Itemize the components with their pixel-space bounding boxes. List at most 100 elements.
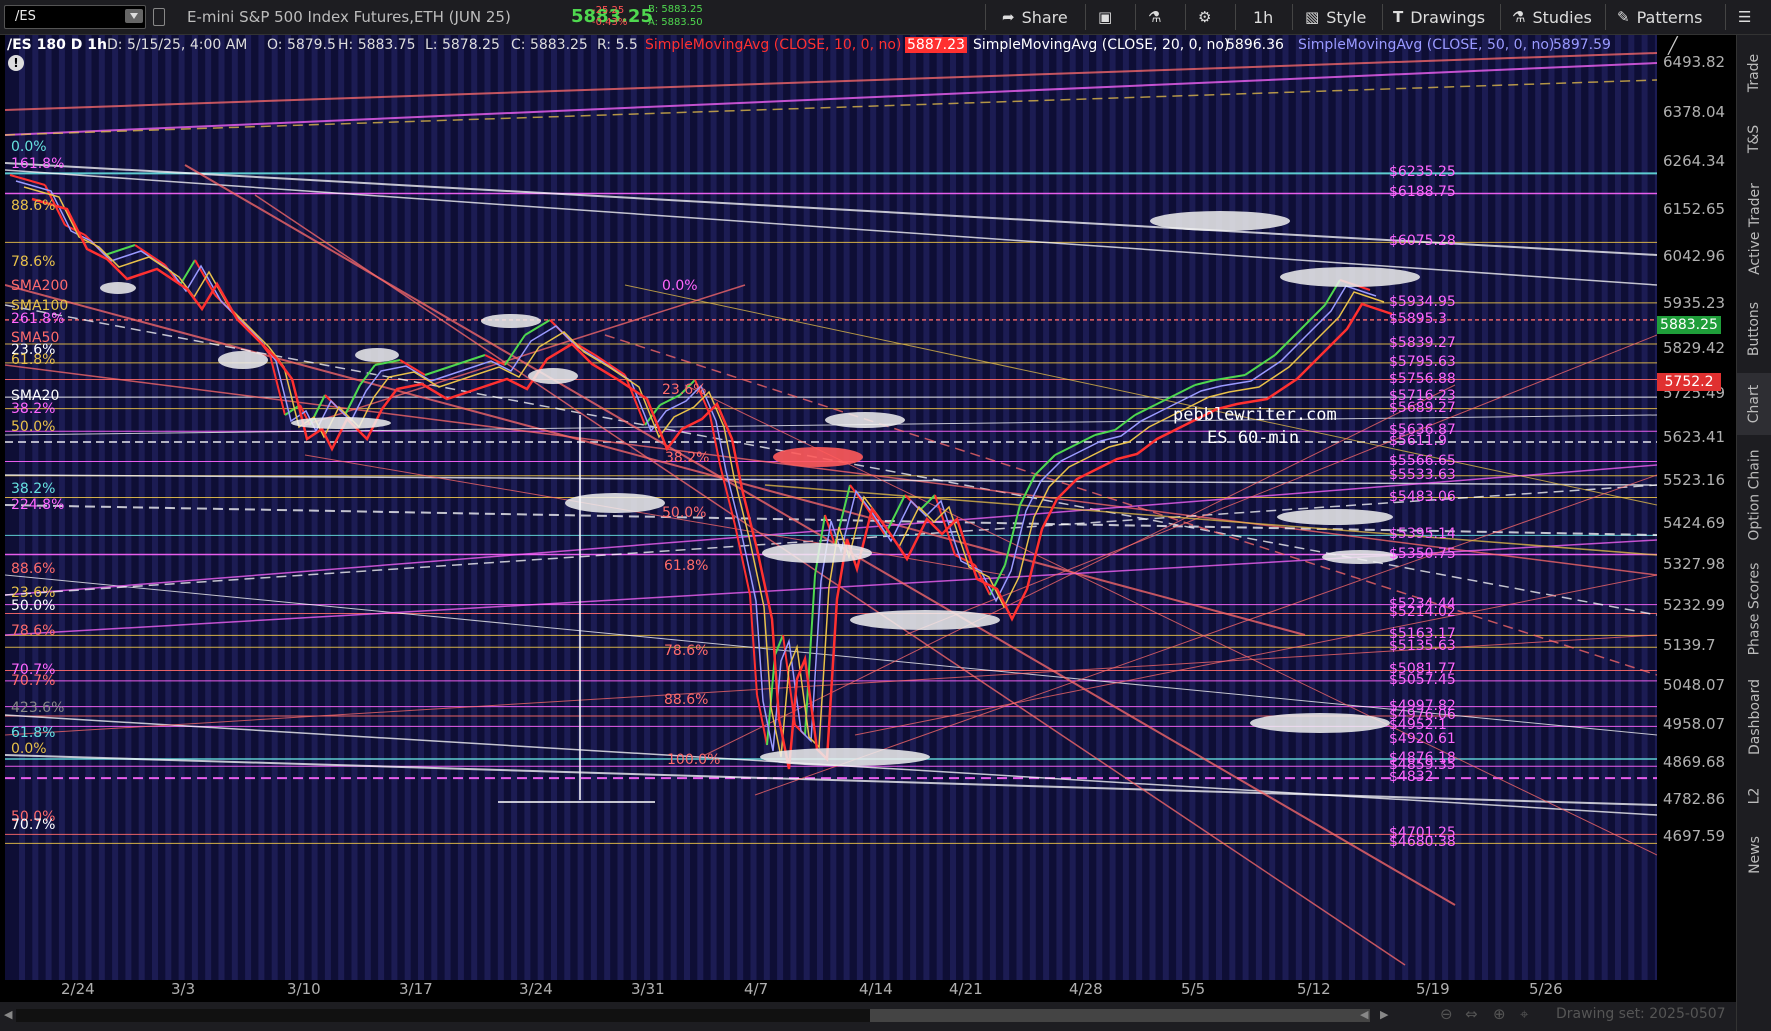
symbol-text: /ES	[15, 9, 36, 24]
session-stripe	[364, 35, 371, 980]
side-tab-label: Dashboard	[1746, 679, 1763, 755]
price-axis-tick: 4869.68	[1663, 752, 1726, 771]
side-tab-chart[interactable]: Chart	[1737, 373, 1771, 435]
studies-button[interactable]: ⚗ Studies	[1512, 0, 1592, 34]
side-tab-label: Chart	[1746, 384, 1763, 424]
alert-icon[interactable]: !	[8, 55, 24, 71]
price-axis[interactable]: 6493.82 6378.04 6264.34 6152.65 6042.96 5935.…	[1657, 35, 1736, 980]
price-chart[interactable]: 0.0% 161.8% 88.6% 78.6% SMA200 SMA100 261.8% SM…	[5, 35, 1657, 980]
scroll-left-icon[interactable]: ◀	[4, 1008, 12, 1021]
price-level-label: $5135.63	[1389, 638, 1456, 655]
side-tab-label: T&S	[1746, 124, 1763, 154]
side-tab-active-trader[interactable]: Active Trader	[1737, 173, 1771, 285]
chart-id: /ES 180 D 1h	[7, 37, 107, 53]
side-tab-buttons[interactable]: Buttons	[1737, 289, 1771, 369]
side-tab-option-chain[interactable]: Option Chain	[1737, 439, 1771, 551]
session-stripe	[457, 35, 464, 980]
time-axis-tick: 4/21	[949, 980, 983, 998]
chevron-down-icon[interactable]	[125, 9, 143, 23]
toolbar-divider	[1292, 4, 1293, 30]
timeframe-label: 1h	[1253, 7, 1274, 27]
bar-range: R: 5.5	[597, 37, 638, 53]
share-icon: ➦	[1002, 8, 1015, 26]
price-level-label: $5756.88	[1389, 370, 1456, 387]
price-candle-segment	[9, 174, 46, 186]
session-stripe	[1295, 35, 1302, 980]
toolbar-divider	[1185, 4, 1186, 30]
session-stripe	[1069, 35, 1076, 980]
session-stripe	[1482, 35, 1488, 980]
price-axis-tick: 5048.07	[1663, 675, 1726, 694]
level-label: 78.6%	[11, 623, 56, 639]
scrollbar-thumb[interactable]	[870, 1009, 1370, 1022]
level-label: 423.6%	[11, 700, 65, 716]
time-axis[interactable]: 2/24 3/3 3/10 3/17 3/24 3/31 4/7 4/14 4/21 4/28 5/…	[5, 980, 1657, 1002]
level-label: 224.8%	[11, 497, 65, 513]
sma10-study[interactable]: SimpleMovingAvg (CLOSE, 10, 0, no)	[645, 37, 901, 53]
patterns-button[interactable]: ✎ Patterns	[1617, 0, 1702, 34]
session-stripe	[338, 35, 345, 980]
session-stripe	[763, 35, 770, 980]
session-stripe	[484, 35, 491, 980]
side-tab-t-s[interactable]: T&S	[1737, 109, 1771, 169]
session-stripe	[750, 35, 757, 980]
side-tab-dashboard[interactable]: Dashboard	[1737, 667, 1771, 767]
camera-button[interactable]: ▣	[1098, 0, 1119, 34]
price-level-label: $5795.63	[1389, 353, 1456, 370]
top-toolbar: /ES E-mini S&P 500 Index Futures,ETH (JU…	[0, 0, 1771, 35]
marker-ellipse	[1250, 713, 1390, 733]
link-icon[interactable]	[153, 8, 165, 26]
session-stripe	[324, 35, 331, 980]
flask-button[interactable]: ⚗	[1148, 0, 1168, 34]
price-level-label: $5395.14	[1389, 526, 1456, 543]
sma50-study[interactable]: SimpleMovingAvg (CLOSE, 50, 0, no)	[1298, 37, 1554, 53]
price-level-label: $4920.61	[1389, 730, 1456, 747]
scroll-left-icon[interactable]: ◀	[1360, 1008, 1368, 1021]
percent-change: -0.43%	[592, 17, 628, 28]
session-stripe	[1548, 35, 1555, 980]
level-label: 70.7%	[11, 673, 56, 689]
marker-ellipse	[1322, 550, 1398, 564]
settings-button[interactable]: ⚙	[1198, 0, 1218, 34]
scroll-right-icon[interactable]: ▶	[1380, 1008, 1388, 1021]
drawings-button[interactable]: T Drawings	[1393, 0, 1485, 34]
menu-button[interactable]: ☰	[1738, 0, 1758, 34]
share-button[interactable]: ➦ Share	[1002, 0, 1068, 34]
side-tab-phase-scores[interactable]: Phase Scores	[1737, 555, 1771, 663]
time-axis-tick: 3/17	[399, 980, 433, 998]
level-label: 0.0%	[11, 139, 47, 155]
price-axis-tick: 5327.98	[1663, 555, 1726, 574]
session-stripe	[710, 35, 717, 980]
watermark-caption: ES 60-min	[1207, 428, 1300, 448]
level-label: 88.6%	[11, 561, 56, 577]
price-level-label: $4680.38	[1389, 834, 1456, 851]
session-stripe	[378, 35, 385, 980]
session-stripe	[404, 35, 411, 980]
session-stripe	[537, 35, 544, 980]
side-tab-l2[interactable]: L2	[1737, 771, 1771, 821]
side-tab-news[interactable]: News	[1737, 825, 1771, 885]
sma20-study[interactable]: SimpleMovingAvg (CLOSE, 20, 0, no)	[973, 37, 1229, 53]
price-level-label: $5214.02	[1389, 604, 1456, 621]
price-axis-tick: 6264.34	[1663, 151, 1726, 170]
symbol-selector[interactable]: /ES	[4, 5, 146, 29]
session-stripe	[1096, 35, 1103, 980]
pan-icon[interactable]: ⇔	[1465, 1005, 1478, 1023]
time-axis-tick: 3/10	[287, 980, 321, 998]
marker-ellipse	[825, 412, 905, 428]
bid-price: B: 5883.25	[648, 4, 703, 15]
side-tab-trade[interactable]: Trade	[1737, 41, 1771, 105]
session-stripe	[1029, 35, 1036, 980]
session-stripe	[1628, 35, 1635, 980]
zoom-in-icon[interactable]: ⊕	[1493, 1005, 1506, 1023]
toolbar-divider	[985, 4, 986, 30]
time-axis-tick: 3/24	[519, 980, 553, 998]
timeframe-button[interactable]: 1h	[1253, 0, 1273, 34]
crosshair-icon[interactable]: ⌖	[1520, 1005, 1528, 1023]
price-axis-tick: 6378.04	[1663, 102, 1726, 121]
drawing-tool-icon[interactable]: ╱	[1668, 36, 1678, 55]
watermark-site: pebblewriter.com	[1173, 405, 1337, 425]
style-button[interactable]: ▧ Style	[1305, 0, 1366, 34]
zoom-out-icon[interactable]: ⊖	[1440, 1005, 1453, 1023]
session-stripe	[1255, 35, 1262, 980]
